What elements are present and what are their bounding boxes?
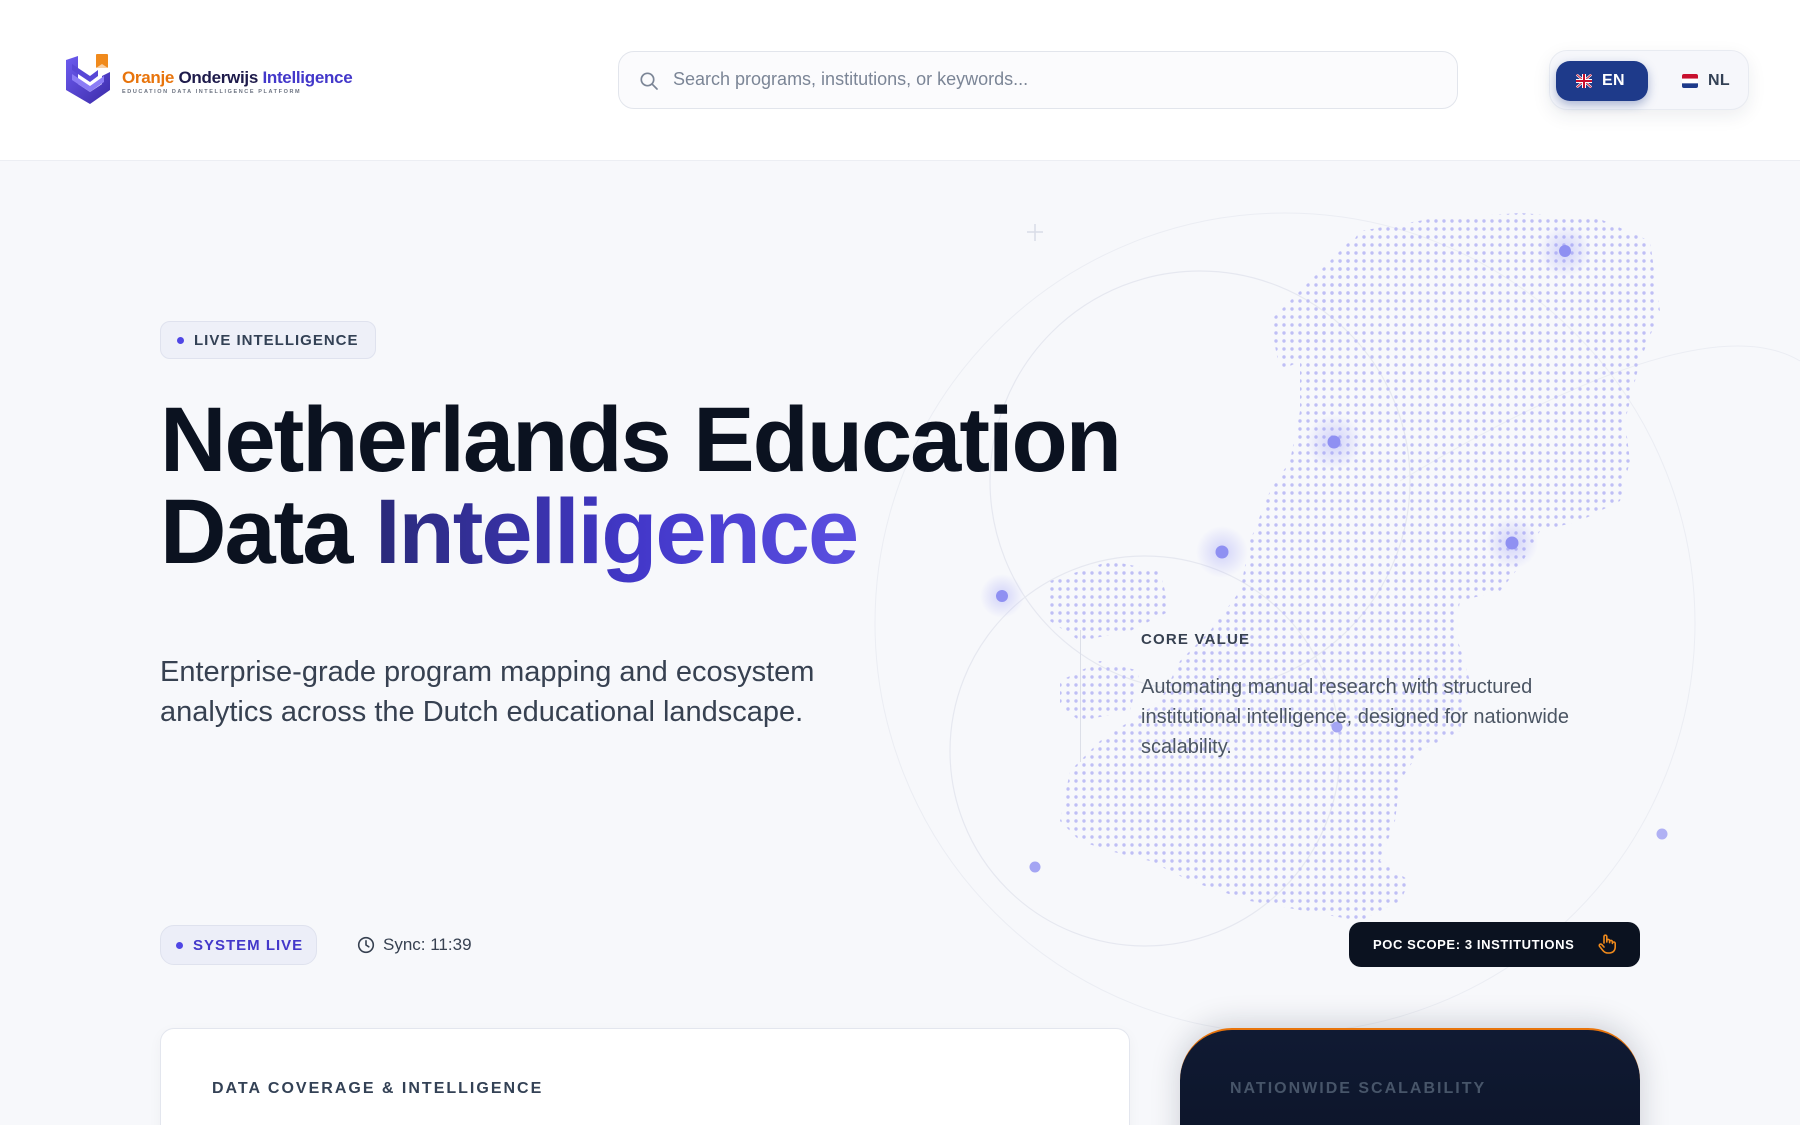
sync-status: Sync: 11:39: [357, 933, 472, 957]
uk-flag-icon: [1576, 74, 1592, 88]
search-bar[interactable]: [618, 51, 1458, 109]
language-button-en[interactable]: EN: [1556, 61, 1648, 101]
netherlands-map-background: [874, 212, 1800, 1034]
brand-logo[interactable]: Oranje Onderwijs Intelligence EDUCATION …: [64, 54, 353, 108]
hero-subtitle: Enterprise-grade program mapping and eco…: [160, 656, 815, 728]
poc-scope-label: POC SCOPE: 3 INSTITUTIONS: [1373, 937, 1575, 952]
poc-scope-button[interactable]: POC SCOPE: 3 INSTITUTIONS: [1349, 922, 1640, 967]
title-line-2-accent: Intelligence: [374, 481, 859, 583]
language-label-nl: NL: [1708, 72, 1730, 89]
shield-logo-icon: [66, 54, 110, 104]
live-intelligence-badge: LIVE INTELLIGENCE: [160, 321, 376, 359]
sync-time: Sync: 11:39: [383, 935, 472, 954]
nationwide-scalability-title: NATIONWIDE SCALABILITY: [1230, 1080, 1487, 1097]
brand-name-part1: Oranje: [122, 67, 175, 87]
page-title: Netherlands Education Data Intelligence: [160, 394, 1122, 578]
brand-tagline: EDUCATION DATA INTELLIGENCE PLATFORM: [122, 88, 302, 95]
core-value-text: Automating manual research with structur…: [1141, 676, 1570, 758]
status-dot: [177, 336, 184, 344]
search-input[interactable]: [673, 52, 1443, 107]
language-label-en: EN: [1602, 72, 1625, 89]
live-intelligence-label: LIVE INTELLIGENCE: [194, 331, 359, 349]
core-value-divider: [1080, 630, 1081, 762]
title-line-1: Netherlands Education: [160, 389, 1122, 491]
title-line-2-plain: Data: [160, 481, 353, 583]
search-icon: [640, 72, 658, 90]
brand-name-part3: Intelligence: [262, 67, 353, 87]
data-coverage-title: DATA COVERAGE & INTELLIGENCE: [212, 1080, 544, 1097]
brand-name: Oranje Onderwijs Intelligence: [122, 67, 353, 88]
data-coverage-card: DATA COVERAGE & INTELLIGENCE: [160, 1028, 1130, 1125]
netherlands-flag-icon: [1682, 74, 1698, 88]
top-header: Oranje Onderwijs Intelligence EDUCATION …: [0, 0, 1800, 161]
language-switcher: EN NL: [1549, 50, 1749, 110]
clock-icon: [357, 936, 375, 954]
language-button-nl[interactable]: NL: [1662, 61, 1742, 101]
brand-name-part2: Onderwijs: [178, 67, 259, 87]
nationwide-scalability-card: NATIONWIDE SCALABILITY: [1180, 1028, 1640, 1125]
hand-pointer-icon: [1598, 934, 1616, 954]
system-live-badge: SYSTEM LIVE: [160, 925, 317, 965]
system-live-label: SYSTEM LIVE: [193, 936, 304, 954]
core-value-label: CORE VALUE: [1141, 631, 1251, 648]
status-dot: [176, 941, 183, 949]
